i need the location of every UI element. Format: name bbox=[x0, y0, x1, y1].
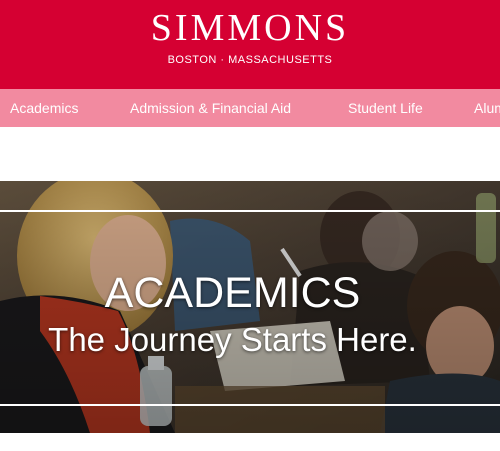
simmons-logo[interactable]: SIMMONS bbox=[0, 6, 500, 50]
hero-banner: ACADEMICS The Journey Starts Here. bbox=[0, 181, 500, 433]
hero-top-rule bbox=[0, 210, 500, 212]
nav-item-alumni[interactable]: Alum bbox=[474, 89, 500, 127]
site-header: SIMMONS BOSTON · MASSACHUSETTS bbox=[0, 0, 500, 89]
main-nav: Academics Admission & Financial Aid Stud… bbox=[0, 89, 500, 127]
hero-subtitle: The Journey Starts Here. bbox=[48, 321, 417, 358]
hero-bottom-rule bbox=[0, 404, 500, 406]
nav-item-admission-financial-aid[interactable]: Admission & Financial Aid bbox=[130, 89, 291, 127]
nav-item-academics[interactable]: Academics bbox=[10, 89, 78, 127]
location-tagline: BOSTON · MASSACHUSETTS bbox=[167, 54, 333, 66]
nav-item-student-life[interactable]: Student Life bbox=[348, 89, 423, 127]
hero-title: ACADEMICS bbox=[104, 269, 361, 317]
